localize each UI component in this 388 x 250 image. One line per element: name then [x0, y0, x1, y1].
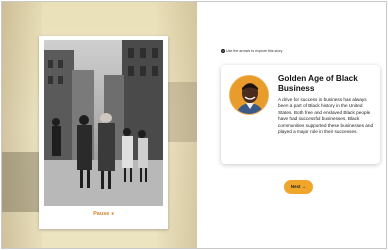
instructions-hint: i Use the arrows to explore this story. — [221, 49, 284, 54]
pause-icon: ⏸ — [111, 211, 114, 217]
arrow-right-icon: → — [301, 184, 307, 189]
card-title: Golden Age of Black Business — [278, 74, 358, 93]
photo-card: Pause ⏸ — [39, 36, 168, 229]
card-body-text: A drive for success in business has alwa… — [278, 97, 374, 135]
info-icon: i — [221, 49, 225, 54]
story-card: Golden Age of Black Business A drive for… — [221, 65, 380, 164]
next-label: Next — [290, 184, 301, 189]
narrator-avatar — [229, 75, 269, 115]
historical-street-photo — [44, 40, 163, 206]
next-button[interactable]: Next → — [284, 180, 313, 194]
pause-button[interactable]: Pause ⏸ — [39, 211, 168, 217]
hint-text: Use the arrows to explore this story. — [226, 49, 284, 53]
lesson-frame: Pause ⏸ i Use the arrows to explore this s… — [1, 1, 387, 249]
pause-label: Pause — [93, 211, 110, 217]
